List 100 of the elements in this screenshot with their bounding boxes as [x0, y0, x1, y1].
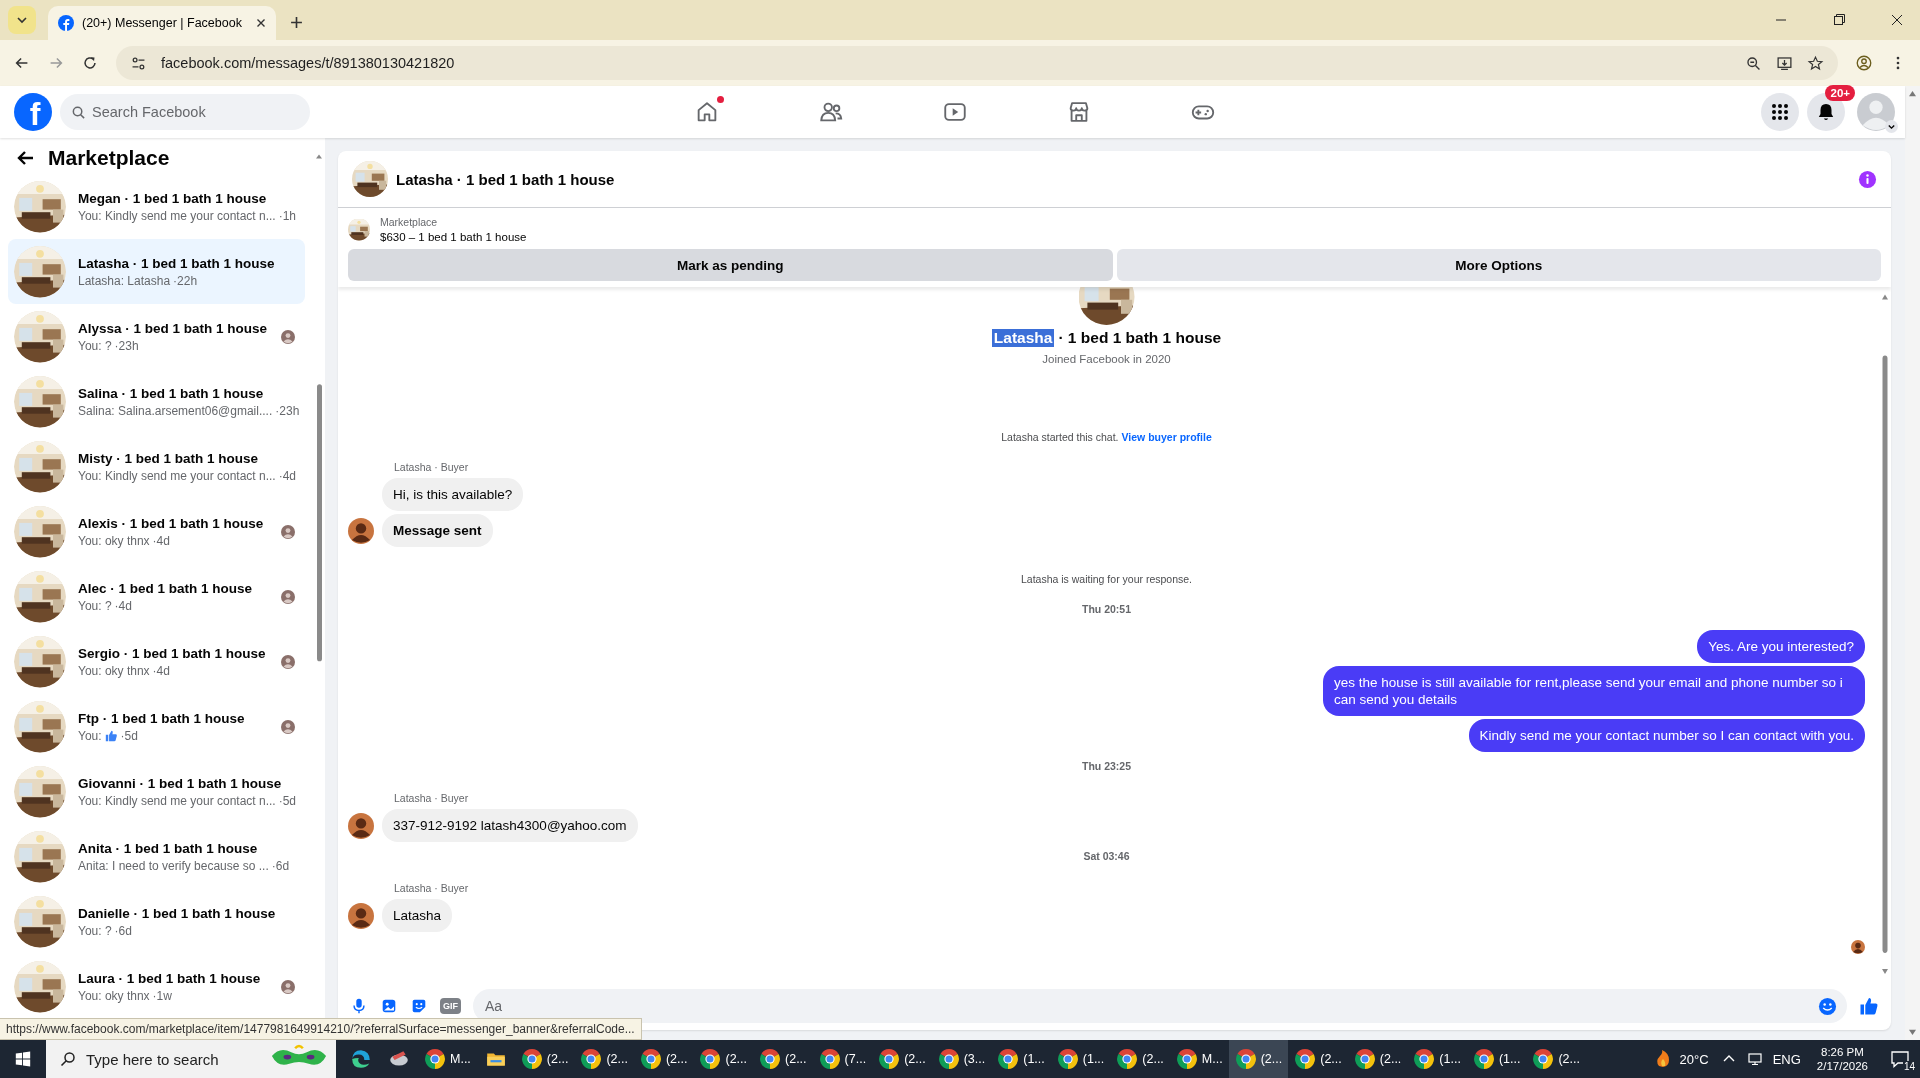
taskbar-app[interactable]: (2...	[1526, 1040, 1586, 1078]
conversation-item[interactable]: Salina · 1 bed 1 bath 1 house Salina: Salina.arsement06@gmail.... ·23h	[8, 369, 305, 434]
message-time: ·5d	[120, 728, 138, 743]
network-icon[interactable]	[1746, 1051, 1763, 1067]
install-icon[interactable]	[1776, 54, 1793, 72]
conversation-item[interactable]: Misty · 1 bed 1 bath 1 house You: Kindly send me your contact n... ·4d	[8, 434, 305, 499]
conversation-item[interactable]: Sergio · 1 bed 1 bath 1 house You: oky thnx ·4d	[8, 629, 305, 694]
taskbar-app[interactable]: (1...	[1050, 1040, 1111, 1078]
taskbar-app[interactable]: (1...	[991, 1040, 1051, 1078]
app-label: M...	[1201, 1052, 1223, 1066]
conversation-item[interactable]: Alyssa · 1 bed 1 bath 1 house You: ? ·23h	[8, 304, 305, 369]
temperature[interactable]: 20°C	[1679, 1051, 1709, 1067]
taskbar-app[interactable]: (2...	[1288, 1040, 1348, 1078]
conversation-title: Ftp · 1 bed 1 bath 1 house	[78, 710, 246, 726]
info-icon[interactable]	[1858, 169, 1877, 189]
thumbs-up-icon[interactable]	[1859, 996, 1879, 1016]
message-time: ·4d	[152, 663, 170, 678]
microphone-icon[interactable]	[350, 997, 368, 1015]
chrome-icon	[639, 1048, 662, 1070]
taskbar-app[interactable]: (2...	[872, 1040, 932, 1078]
message-preview: You: Kindly send me your contact n...	[78, 793, 276, 808]
taskbar-app[interactable]: (2...	[1228, 1040, 1289, 1078]
conversation-item[interactable]: Danielle · 1 bed 1 bath 1 house You: ? ·6d	[8, 889, 305, 954]
conversation-item[interactable]: Latasha · 1 bed 1 bath 1 house Latasha: Latasha ·22h	[8, 239, 305, 304]
taskbar-app[interactable]: (2...	[1110, 1040, 1170, 1078]
message-time: ·1w	[152, 988, 172, 1003]
conversation-item[interactable]: Alec · 1 bed 1 bath 1 house You: ? ·4d	[8, 564, 305, 629]
message-preview: Salina: Salina.arsement06@gmail....	[78, 403, 273, 418]
chrome-icon	[424, 1048, 446, 1070]
taskbar-app[interactable]: (2...	[633, 1040, 694, 1078]
taskbar-app[interactable]: (2...	[514, 1040, 575, 1078]
message-bubble: Hi, is this available?	[382, 478, 524, 511]
browser-tab[interactable]: (20+) Messenger | Facebook	[48, 6, 276, 40]
taskbar-search[interactable]: Type here to search	[46, 1040, 336, 1078]
status-url: https://www.facebook.com/marketplace/item/1477981649914210/?referralSurface=messenger_banner&referralCode...	[0, 1018, 642, 1040]
conversation-title: Danielle · 1 bed 1 bath 1 house	[78, 905, 277, 921]
app-label: (2...	[1320, 1052, 1342, 1066]
star-icon[interactable]	[1807, 54, 1824, 72]
facebook-logo[interactable]: f	[14, 93, 52, 131]
chrome-icon	[1116, 1048, 1139, 1070]
conversation-item[interactable]: Anita · 1 bed 1 bath 1 house Anita: I need to verify because so ... ·6d	[8, 824, 305, 889]
message-time: ·22h	[173, 273, 198, 288]
tab-search-button[interactable]	[8, 6, 36, 34]
bell-icon	[1816, 102, 1836, 122]
zoom-icon[interactable]	[1745, 54, 1762, 72]
chrome-icon	[1175, 1048, 1198, 1070]
image-icon[interactable]	[380, 997, 398, 1015]
chrome-icon	[878, 1048, 901, 1070]
app-label: (3...	[963, 1052, 986, 1066]
taskbar-app[interactable]: (1...	[1407, 1040, 1467, 1078]
message-preview: You: oky thnx	[78, 663, 150, 678]
taskbar-app[interactable]: (2...	[574, 1040, 634, 1078]
close-icon[interactable]	[256, 18, 266, 28]
message-preview: You: Kindly send me your contact n...	[78, 208, 276, 223]
address-bar[interactable]: facebook.com/messages/t/891380130421820	[116, 46, 1838, 80]
conversation-title: Megan · 1 bed 1 bath 1 house	[78, 190, 268, 206]
taskbar-app[interactable]: (3...	[931, 1040, 992, 1078]
message-bubble: Message sent	[382, 514, 493, 547]
caret-icon[interactable]	[1885, 120, 1898, 133]
conversation-item[interactable]: Ftp · 1 bed 1 bath 1 house You: ·5d	[8, 694, 305, 759]
menu-button[interactable]	[1761, 93, 1799, 131]
message-preview: You: oky thnx	[78, 988, 150, 1003]
taskbar-app[interactable]: M...	[418, 1040, 477, 1078]
app-label: (2...	[1379, 1052, 1402, 1066]
taskbar-app[interactable]: (1...	[1466, 1040, 1527, 1078]
conversation-item[interactable]: Laura · 1 bed 1 bath 1 house You: oky thnx ·1w	[8, 954, 305, 1019]
chrome-icon	[997, 1048, 1020, 1070]
date: 2/17/2026	[1816, 1060, 1868, 1072]
conversation-item[interactable]: Alexis · 1 bed 1 bath 1 house You: oky thnx ·4d	[8, 499, 305, 564]
chrome-icon	[1353, 1048, 1376, 1070]
conversation-title: Alyssa · 1 bed 1 bath 1 house	[78, 320, 269, 336]
taskbar-app[interactable]: (2...	[693, 1040, 754, 1078]
sticker-icon[interactable]	[410, 997, 428, 1015]
app-label: (2...	[1260, 1052, 1283, 1066]
message-field[interactable]: Aa	[473, 989, 1847, 1023]
page-scrollbar[interactable]	[1905, 86, 1920, 1040]
taskbar-app[interactable]: (7...	[812, 1040, 873, 1078]
chrome-icon	[580, 1048, 603, 1070]
search-field[interactable]: Search Facebook	[60, 94, 310, 130]
chrome-icon	[699, 1048, 722, 1070]
listing-title[interactable]: $630 – 1 bed 1 bath 1 house	[380, 231, 527, 243]
more-options-button[interactable]: More Options	[1116, 249, 1881, 281]
emoji-icon[interactable]	[1818, 997, 1837, 1016]
new-tab-icon[interactable]	[290, 16, 303, 29]
sidebar-title: Marketplace	[48, 146, 170, 170]
conversation-item[interactable]: Giovanni · 1 bed 1 bath 1 house You: Kindly send me your contact n... ·5d	[8, 759, 305, 824]
language[interactable]: ENG	[1772, 1051, 1801, 1067]
conversation-item[interactable]: Megan · 1 bed 1 bath 1 house You: Kindly send me your contact n... ·1h	[8, 174, 305, 239]
mark-pending-button[interactable]: Mark as pending	[348, 249, 1113, 281]
taskbar-app[interactable]: (2...	[1347, 1040, 1408, 1078]
gif-button[interactable]: GIF	[440, 998, 461, 1014]
buyer-profile-link[interactable]: View buyer profile	[1121, 431, 1212, 443]
message-time: ·23h	[275, 403, 300, 418]
taskbar-app[interactable]: M...	[1169, 1040, 1229, 1078]
chrome-icon	[1294, 1048, 1317, 1070]
system-message: Latasha started this chat.	[1001, 431, 1119, 443]
notification-center-button[interactable]: 14	[1880, 1040, 1920, 1078]
clock[interactable]: 8:26 PM 2/17/2026	[1816, 1040, 1868, 1078]
timestamp: Thu 23:25	[1082, 760, 1131, 772]
taskbar-app[interactable]: (2...	[753, 1040, 813, 1078]
